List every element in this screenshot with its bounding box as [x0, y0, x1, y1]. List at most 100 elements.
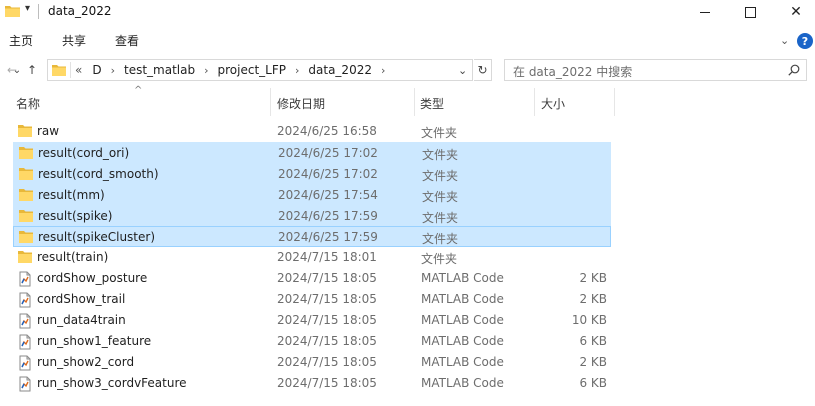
ribbon-expand-icon[interactable]: ⌄: [780, 34, 789, 47]
file-name: run_show1_feature: [37, 334, 152, 348]
breadcrumb-item[interactable]: data_2022: [308, 63, 372, 77]
file-row[interactable]: result(spikeCluster) 2024/6/25 17:59 文件夹: [13, 226, 611, 247]
matlab-file-icon: [17, 271, 33, 287]
file-row[interactable]: cordShow_posture 2024/7/15 18:05 MATLAB Co…: [13, 268, 611, 289]
chevron-right-icon[interactable]: ›: [111, 64, 115, 77]
file-row[interactable]: cordShow_trail 2024/7/15 18:05 MATLAB Code…: [13, 289, 611, 310]
search-input[interactable]: 在 data_2022 中搜索: [504, 59, 807, 81]
folder-icon: [18, 146, 34, 160]
file-size: 10 KB: [571, 313, 607, 327]
matlab-file-icon: [17, 355, 33, 371]
file-type: MATLAB Code: [421, 313, 504, 327]
breadcrumb-item[interactable]: D: [92, 63, 101, 77]
search-placeholder: 在 data_2022 中搜索: [513, 65, 633, 79]
file-name: cordShow_trail: [37, 292, 126, 306]
chevron-right-icon[interactable]: ›: [381, 64, 385, 77]
file-name: cordShow_posture: [37, 271, 148, 285]
folder-icon: [17, 124, 33, 138]
matlab-file-icon: [17, 313, 33, 329]
address-bar[interactable]: « D › test_matlab › project_LFP › data_2…: [47, 59, 473, 81]
refresh-button[interactable]: ↻: [474, 59, 492, 81]
breadcrumb-item[interactable]: project_LFP: [218, 63, 286, 77]
file-row[interactable]: run_show2_cord 2024/7/15 18:05 MATLAB Code…: [13, 352, 611, 373]
title-divider: [38, 4, 39, 19]
folder-icon: [18, 230, 34, 244]
title-bar: ▾ data_2022 ✕: [0, 0, 815, 24]
file-date: 2024/6/25 17:02: [278, 167, 378, 181]
column-divider[interactable]: [414, 88, 415, 116]
tab-home[interactable]: 主页: [9, 32, 33, 49]
window-title: data_2022: [48, 4, 112, 18]
file-date: 2024/7/15 18:05: [277, 271, 377, 285]
column-divider[interactable]: [534, 88, 535, 116]
file-row[interactable]: result(mm) 2024/6/25 17:54 文件夹: [13, 184, 611, 205]
file-name: raw: [37, 124, 60, 138]
chevron-right-icon[interactable]: ›: [295, 64, 299, 77]
file-row[interactable]: result(spike) 2024/6/25 17:59 文件夹: [13, 205, 611, 226]
file-type: MATLAB Code: [421, 355, 504, 369]
column-type[interactable]: 类型: [420, 95, 444, 112]
file-row[interactable]: result(cord_ori) 2024/6/25 17:02 文件夹: [13, 142, 611, 163]
tab-view[interactable]: 查看: [115, 32, 139, 49]
file-row[interactable]: run_show1_feature 2024/7/15 18:05 MATLAB C…: [13, 331, 611, 352]
file-date: 2024/7/15 18:01: [277, 250, 377, 264]
quick-access-dropdown[interactable]: ▾: [25, 3, 30, 14]
column-size[interactable]: 大小: [541, 95, 565, 112]
file-name: result(mm): [38, 188, 105, 202]
address-dropdown-icon[interactable]: ⌄: [458, 64, 467, 77]
file-date: 2024/7/15 18:05: [277, 355, 377, 369]
column-date[interactable]: 修改日期: [277, 95, 325, 112]
column-name[interactable]: 名称: [16, 95, 40, 112]
up-button[interactable]: ↑: [23, 61, 41, 79]
matlab-file-icon: [17, 292, 33, 308]
file-name: result(train): [37, 250, 109, 264]
file-size: 2 KB: [579, 271, 607, 285]
column-header: ^ 名称 修改日期 类型 大小: [0, 85, 815, 116]
breadcrumb-item[interactable]: test_matlab: [124, 63, 195, 77]
file-row[interactable]: run_show3_cordvFeature 2024/7/15 18:05 MAT…: [13, 373, 611, 394]
file-type: MATLAB Code: [421, 271, 504, 285]
file-row[interactable]: result(cord_smooth) 2024/6/25 17:02 文件夹: [13, 163, 611, 184]
help-icon[interactable]: ?: [797, 33, 813, 49]
file-date: 2024/6/25 17:59: [278, 230, 378, 244]
file-type: MATLAB Code: [421, 376, 504, 390]
file-row[interactable]: run_data4train 2024/7/15 18:05 MATLAB Code…: [13, 310, 611, 331]
file-size: 2 KB: [579, 292, 607, 306]
file-type: 文件夹: [422, 211, 459, 225]
file-name: result(cord_smooth): [38, 167, 159, 181]
file-size: 6 KB: [579, 334, 607, 348]
file-date: 2024/7/15 18:05: [277, 292, 377, 306]
folder-icon: [5, 6, 20, 17]
file-type: 文件夹: [421, 252, 458, 266]
file-date: 2024/7/15 18:05: [277, 376, 377, 390]
close-button[interactable]: ✕: [773, 0, 815, 24]
file-size: 6 KB: [579, 376, 607, 390]
tab-share[interactable]: 共享: [62, 32, 86, 49]
file-size: 2 KB: [579, 355, 607, 369]
column-divider[interactable]: [614, 88, 615, 116]
file-type: 文件夹: [421, 126, 458, 140]
chevron-right-icon[interactable]: ›: [204, 64, 208, 77]
minimize-button[interactable]: [682, 0, 728, 24]
maximize-button[interactable]: [727, 0, 773, 24]
file-row[interactable]: result(train) 2024/7/15 18:01 文件夹: [13, 247, 611, 268]
search-icon: [788, 64, 800, 76]
breadcrumb: « D › test_matlab › project_LFP › data_2…: [75, 63, 394, 77]
file-date: 2024/6/25 17:54: [278, 188, 378, 202]
ribbon-tabs: 主页 共享 查看 ⌄: [0, 28, 815, 52]
file-name: result(cord_ori): [38, 146, 130, 160]
file-name: result(spike): [38, 209, 113, 223]
folder-icon: [18, 209, 34, 223]
breadcrumb-overflow[interactable]: «: [75, 63, 82, 77]
file-name: result(spikeCluster): [38, 230, 156, 244]
file-row[interactable]: raw 2024/6/25 16:58 文件夹: [13, 121, 611, 142]
navigation-bar: ← → ⌄ ↑ « D › test_matlab › project_LFP …: [0, 58, 815, 84]
address-divider: [70, 62, 71, 78]
column-divider[interactable]: [270, 88, 271, 116]
matlab-file-icon: [17, 334, 33, 350]
file-name: run_show3_cordvFeature: [37, 376, 187, 390]
file-date: 2024/7/15 18:05: [277, 334, 377, 348]
file-date: 2024/6/25 16:58: [277, 124, 377, 138]
matlab-file-icon: [17, 376, 33, 392]
file-date: 2024/6/25 17:02: [278, 146, 378, 160]
